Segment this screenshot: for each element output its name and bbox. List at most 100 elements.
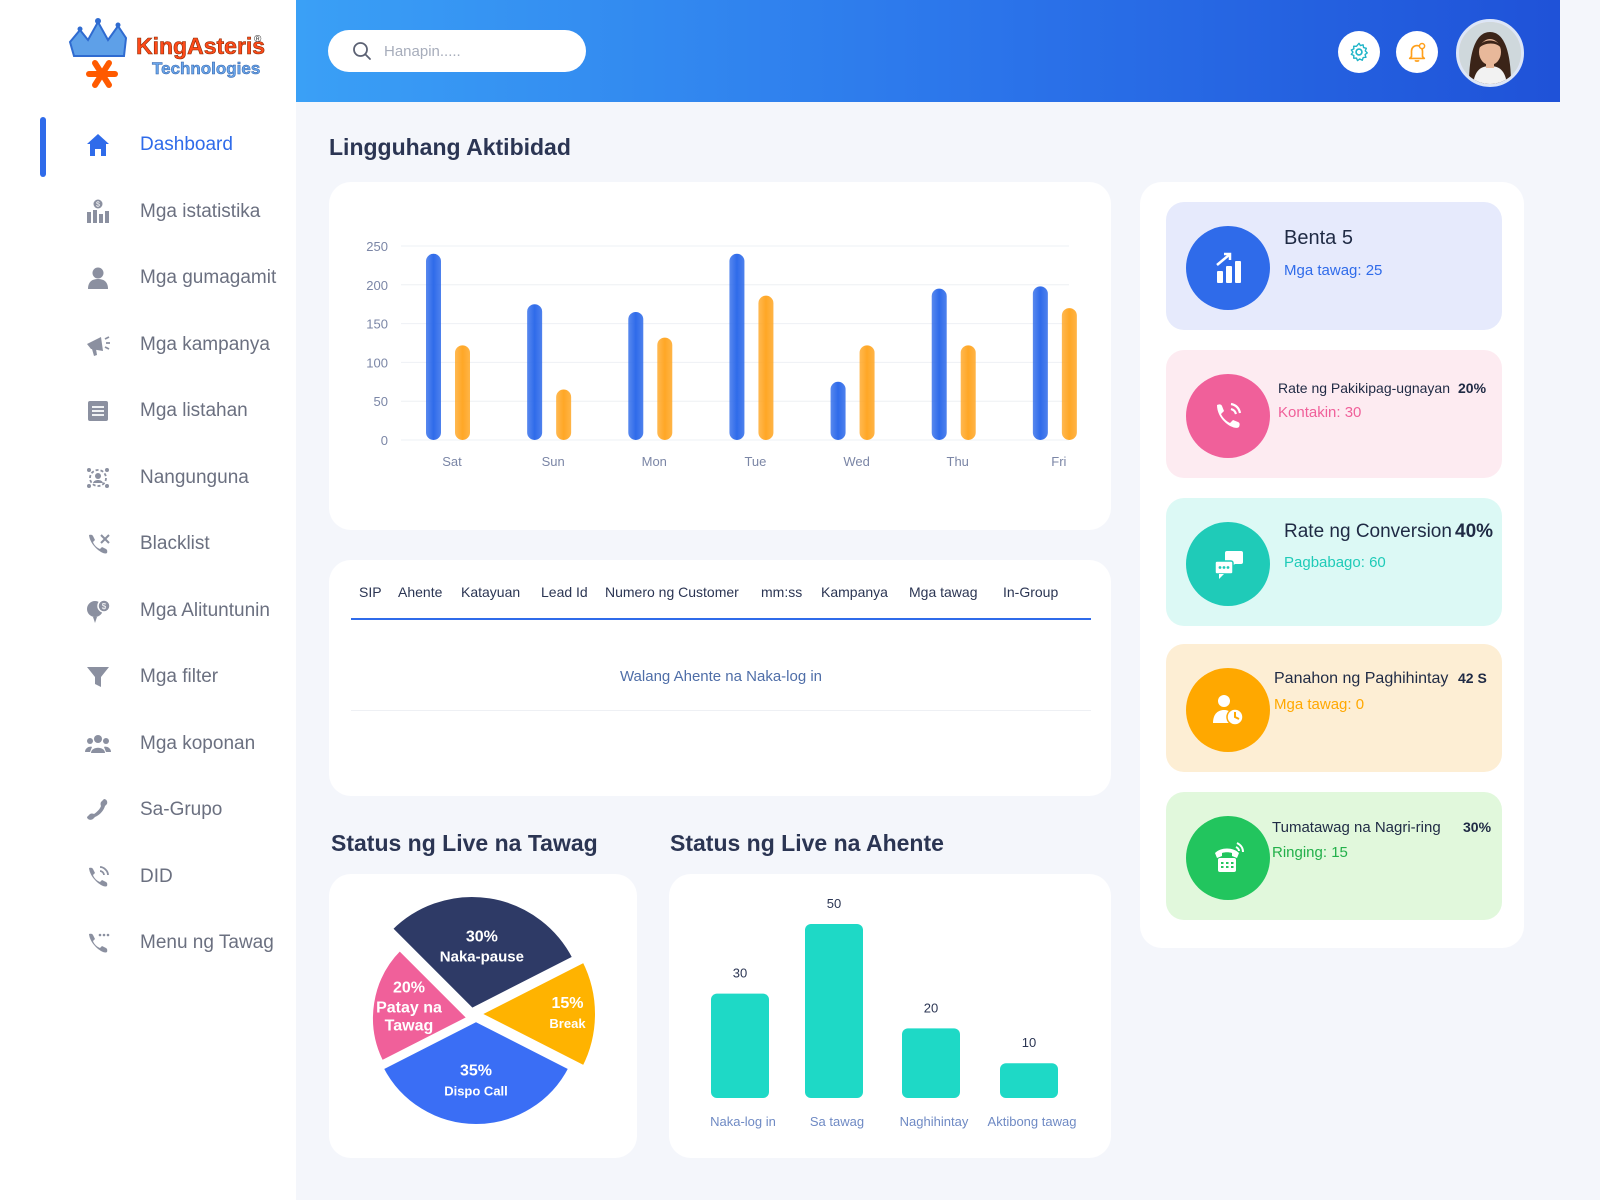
sidebar-item-menu-ng-tawag[interactable]: Menu ng Tawag xyxy=(0,910,296,977)
search-icon xyxy=(353,42,371,60)
bar-aktibong-tawag[interactable] xyxy=(1000,1063,1058,1098)
search-bar[interactable] xyxy=(328,30,586,72)
statistics-icon: $ xyxy=(84,198,112,226)
did-phone-icon xyxy=(84,863,112,891)
weekly-activity-title: Lingguhang Aktibidad xyxy=(329,134,571,160)
bar-mon-series-2[interactable] xyxy=(657,337,673,440)
y-tick-label: 250 xyxy=(366,239,388,254)
x-tick-label: Sat xyxy=(442,454,462,469)
table-divider xyxy=(351,710,1091,711)
agents-table-header: SIP Ahente Katayuan Lead Id Numero ng Custom… xyxy=(351,584,1091,620)
stat-title: Benta 5 xyxy=(1284,227,1353,249)
bar-value-label: 50 xyxy=(827,896,841,911)
column-header-katayuan[interactable]: Katayuan xyxy=(461,584,520,600)
bar-sat-series-1[interactable] xyxy=(426,253,441,440)
pie-slice-pct: 35% xyxy=(460,1062,492,1079)
sidebar-item-mga-gumagamit[interactable]: Mga gumagamit xyxy=(0,245,296,312)
pie-slice-label: Break xyxy=(549,1016,586,1031)
stat-sub-label: Ringing: xyxy=(1272,844,1328,861)
y-tick-label: 50 xyxy=(374,394,388,409)
bar-tue-series-2[interactable] xyxy=(758,295,774,440)
sidebar-item-sa-grupo[interactable]: Sa-Grupo xyxy=(0,777,296,844)
stat-sub-label: Mga tawag: xyxy=(1274,696,1352,713)
agents-table-empty-message: Walang Ahente na Naka-log in xyxy=(619,668,823,685)
user-clock-icon xyxy=(1186,668,1270,752)
bar-fri-series-1[interactable] xyxy=(1032,286,1048,440)
column-header-mm-ss[interactable]: mm:ss xyxy=(761,584,802,600)
phone-icon xyxy=(84,796,112,824)
sidebar-item-label: Mga koponan xyxy=(140,732,256,754)
megaphone-icon xyxy=(84,331,112,359)
pie-slice-label: Naka-pause xyxy=(440,949,524,966)
live-agents-bar-chart: 30 Naka-log in 50 Sa tawag 20 Naghihintay 10 Ak… xyxy=(710,896,1076,1129)
stat-card-sales-chart[interactable]: Benta 5 Mga tawag: 25 xyxy=(1166,202,1502,330)
bar-naghihintay[interactable] xyxy=(902,1028,960,1098)
crown-logo-icon: KingAsterisk Technologies ® xyxy=(68,18,278,88)
bar-thu-series-2[interactable] xyxy=(960,345,976,440)
brand-name: KingAsterisk xyxy=(136,33,266,59)
search-input[interactable] xyxy=(384,42,564,60)
x-tick-label: Naghihintay xyxy=(900,1114,969,1129)
call-menu-icon xyxy=(84,929,112,957)
stat-card-chat[interactable]: Rate ng Conversion 40% Pagbabago: 60 xyxy=(1166,498,1502,626)
list-icon xyxy=(84,397,112,425)
sidebar-item-blacklist[interactable]: Blacklist xyxy=(0,511,296,578)
bar-wed-series-1[interactable] xyxy=(830,381,846,440)
sidebar-item-nangunguna[interactable]: Nangunguna xyxy=(0,445,296,512)
column-header-in-group[interactable]: In-Group xyxy=(1003,584,1058,600)
bar-thu-series-1[interactable] xyxy=(931,288,947,440)
bar-naka-log-in[interactable] xyxy=(711,993,769,1098)
live-agents-title: Status ng Live na Ahente xyxy=(670,830,944,856)
stat-card-phone-ring[interactable]: Rate ng Pakikipag-ugnayan 20% Kontakin: 30 xyxy=(1166,350,1502,478)
bar-fri-series-2[interactable] xyxy=(1061,308,1077,440)
phone-ring-icon xyxy=(1186,374,1270,458)
sidebar-item-label: Mga gumagamit xyxy=(140,267,277,289)
notifications-button[interactable] xyxy=(1396,31,1438,73)
stat-sub-value: 0 xyxy=(1355,696,1365,713)
column-header-mga-tawag[interactable]: Mga tawag xyxy=(909,584,977,600)
y-tick-label: 0 xyxy=(381,433,388,448)
sidebar-item-mga-filter[interactable]: Mga filter xyxy=(0,644,296,711)
sidebar-item-mga-listahan[interactable]: Mga listahan xyxy=(0,378,296,445)
bar-tue-series-1[interactable] xyxy=(729,253,745,440)
bar-sa-tawag[interactable] xyxy=(805,924,863,1098)
stat-value: 42 S xyxy=(1458,670,1487,686)
gear-icon xyxy=(1350,42,1368,62)
column-header-numero-ng-customer[interactable]: Numero ng Customer xyxy=(605,584,739,600)
bell-icon xyxy=(1408,42,1426,62)
bar-wed-series-2[interactable] xyxy=(859,345,875,440)
live-calls-pie-chart: 30% Naka-pause 15% Break 35% Dispo Call 20% Pat… xyxy=(369,893,599,1128)
bar-sat-series-2[interactable] xyxy=(455,345,470,440)
bar-sun-series-1[interactable] xyxy=(527,304,543,440)
bar-mon-series-1[interactable] xyxy=(628,311,644,440)
x-tick-label: Fri xyxy=(1051,454,1066,469)
bar-value-label: 20 xyxy=(924,1000,938,1015)
sidebar-item-mga-istatistika[interactable]: $ Mga istatistika xyxy=(0,179,296,246)
bar-sun-series-2[interactable] xyxy=(556,389,572,440)
sidebar-item-mga-kampanya[interactable]: Mga kampanya xyxy=(0,312,296,379)
stat-card-ringing-phone[interactable]: Tumatawag na Nagri-ring 30% Ringing: 15 xyxy=(1166,792,1502,920)
column-header-ahente[interactable]: Ahente xyxy=(398,584,442,600)
x-tick-label: Wed xyxy=(843,454,870,469)
stat-card-user-clock[interactable]: Panahon ng Paghihintay 42 S Mga tawag: 0 xyxy=(1166,644,1502,772)
live-agents-card: 30 Naka-log in 50 Sa tawag 20 Naghihintay 10 Ak… xyxy=(669,874,1111,1158)
column-header-sip[interactable]: SIP xyxy=(359,584,382,600)
settings-button[interactable] xyxy=(1338,31,1380,73)
sidebar-item-label: DID xyxy=(140,865,173,887)
sidebar-item-did[interactable]: DID xyxy=(0,844,296,911)
brand-logo[interactable]: KingAsterisk Technologies ® xyxy=(66,12,278,92)
sidebar-item-dashboard[interactable]: Dashboard xyxy=(0,112,296,179)
column-header-kampanya[interactable]: Kampanya xyxy=(821,584,888,600)
sidebar-item-mga-alituntunin[interactable]: $ Mga Alituntunin xyxy=(0,578,296,645)
agents-table-card: SIP Ahente Katayuan Lead Id Numero ng Custom… xyxy=(329,560,1111,796)
user-avatar[interactable] xyxy=(1456,19,1524,87)
y-tick-label: 100 xyxy=(366,355,388,370)
sidebar-item-mga-koponan[interactable]: Mga koponan xyxy=(0,711,296,778)
stat-sub-label: Pagbabago: xyxy=(1284,554,1365,571)
stat-sub-label: Mga tawag: xyxy=(1284,262,1362,279)
column-header-lead-id[interactable]: Lead Id xyxy=(541,584,588,600)
avatar-portrait xyxy=(1459,22,1521,84)
pie-slice-label: Patay na Tawag xyxy=(376,999,442,1034)
sidebar-item-label: Mga Alituntunin xyxy=(140,599,270,621)
stat-sub-label: Kontakin: xyxy=(1278,404,1341,421)
